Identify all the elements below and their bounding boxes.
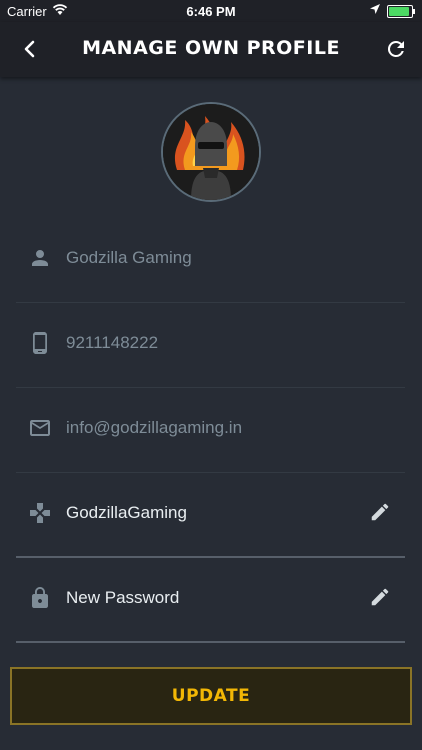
email-value: info@godzillagaming.in	[66, 418, 243, 437]
person-icon	[28, 246, 52, 270]
refresh-icon[interactable]	[384, 36, 408, 62]
password-field[interactable]: New Password	[16, 558, 405, 643]
location-icon	[369, 3, 381, 18]
name-value: Godzilla Gaming	[66, 248, 192, 267]
profile-avatar[interactable]	[161, 102, 261, 202]
status-time: 6:46 PM	[186, 4, 236, 19]
phone-value: 9211148222	[66, 333, 159, 352]
gamepad-icon	[28, 501, 52, 525]
status-bar: Carrier 6:46 PM	[0, 0, 422, 22]
header-bar: MANAGE OWN PROFILE	[0, 22, 422, 77]
page-title: MANAGE OWN PROFILE	[82, 37, 340, 59]
email-field: info@godzillagaming.in	[16, 388, 405, 473]
edit-pencil-icon[interactable]	[369, 501, 391, 523]
avatar-icon	[163, 104, 259, 200]
battery-level	[389, 7, 409, 16]
email-icon	[28, 416, 52, 440]
phone-field: 9211148222	[16, 303, 405, 388]
password-placeholder[interactable]: New Password	[66, 588, 179, 608]
gamer-tag-field[interactable]: GodzillaGaming	[16, 473, 405, 558]
update-button-label: UPDATE	[171, 686, 251, 706]
lock-icon	[28, 586, 52, 610]
battery-icon	[387, 5, 415, 18]
field-divider	[16, 641, 405, 643]
edit-pencil-icon[interactable]	[369, 586, 391, 608]
update-button[interactable]: UPDATE	[10, 667, 412, 725]
gamer-tag-value[interactable]: GodzillaGaming	[66, 503, 187, 523]
phone-icon	[28, 331, 52, 355]
name-field: Godzilla Gaming	[16, 218, 405, 303]
